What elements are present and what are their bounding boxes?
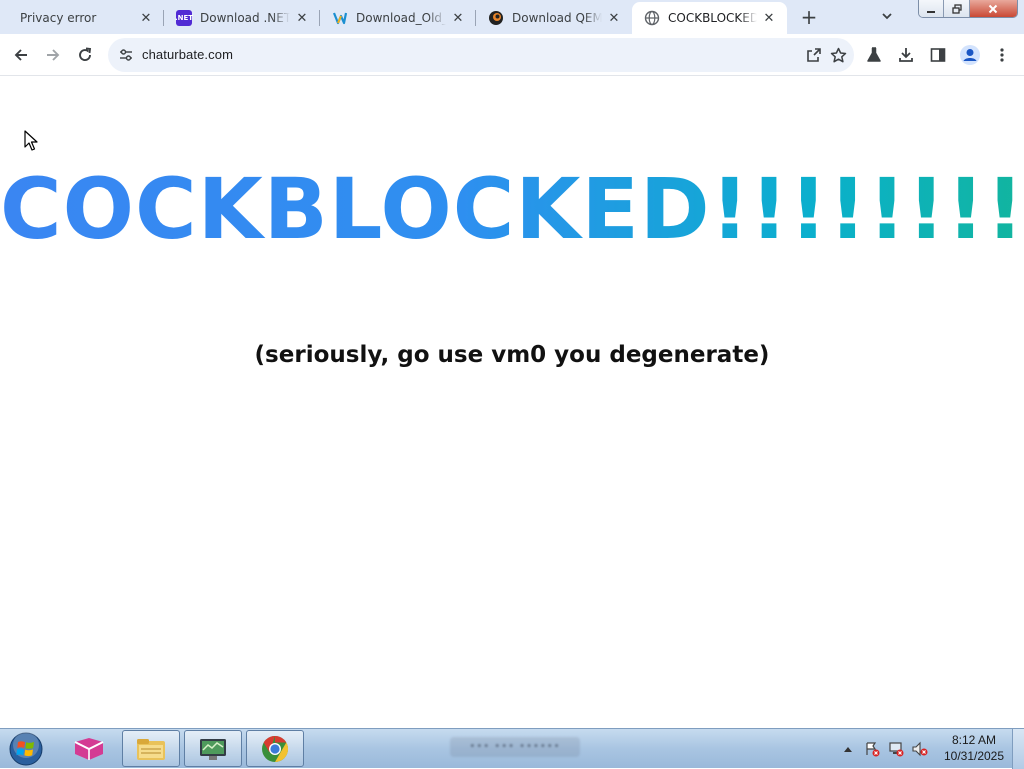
tab-title: Download_Old_Bel bbox=[356, 11, 446, 25]
vs-icon bbox=[332, 10, 348, 26]
tune-icon bbox=[120, 49, 132, 61]
minimize-button[interactable] bbox=[919, 0, 945, 17]
qemu-icon bbox=[488, 10, 504, 26]
close-icon bbox=[989, 4, 998, 14]
folder-icon bbox=[137, 738, 165, 760]
taskbar-app-vm[interactable] bbox=[60, 730, 118, 767]
star-icon bbox=[830, 47, 846, 62]
show-hidden-icons-button[interactable] bbox=[840, 741, 856, 757]
taskbar-chrome[interactable] bbox=[246, 730, 304, 767]
tab-title: Download .NET bbox=[200, 11, 290, 25]
tab-download-dotnet[interactable]: .NET Download .NET ✕ bbox=[164, 2, 320, 34]
tab-title: COCKBLOCKED bbox=[668, 11, 757, 25]
tab-cockblocked[interactable]: COCKBLOCKED ✕ bbox=[632, 2, 787, 34]
address-bar[interactable]: chaturbate.com bbox=[108, 38, 854, 72]
taskbar-explorer[interactable] bbox=[122, 730, 180, 767]
restore-button[interactable] bbox=[944, 0, 970, 17]
avatar-icon bbox=[960, 45, 980, 65]
close-icon[interactable]: ✕ bbox=[606, 10, 622, 26]
page-headline: COCKBLOCKED!!!!!!!! bbox=[0, 149, 1024, 269]
minimize-icon bbox=[927, 11, 936, 13]
system-tray bbox=[840, 733, 928, 765]
bookmark-button[interactable] bbox=[828, 45, 848, 65]
mouse-cursor-icon bbox=[24, 130, 38, 151]
globe-icon bbox=[644, 10, 660, 26]
browser-toolbar: chaturbate.com bbox=[0, 34, 1024, 76]
menu-button[interactable] bbox=[989, 42, 1015, 68]
taskbar-obscured-text: ••• ••• •••••• bbox=[450, 737, 580, 757]
volume-muted-icon[interactable] bbox=[912, 741, 928, 757]
network-monitor-icon bbox=[200, 738, 226, 760]
page-subline: (seriously, go use vm0 you degenerate) bbox=[254, 342, 770, 368]
windows-taskbar: ••• ••• •••••• 8:12 AM 10/31/2025 bbox=[0, 728, 1024, 769]
vm-app-icon bbox=[74, 737, 104, 760]
chevron-down-icon bbox=[882, 13, 892, 20]
flask-icon bbox=[867, 47, 881, 62]
window-caption-buttons bbox=[918, 0, 1018, 18]
close-icon[interactable]: ✕ bbox=[761, 10, 777, 26]
network-icon[interactable] bbox=[888, 741, 904, 757]
site-info-button[interactable] bbox=[118, 47, 134, 63]
close-window-button[interactable] bbox=[969, 0, 1017, 17]
side-panel-button[interactable] bbox=[925, 42, 951, 68]
url-text: chaturbate.com bbox=[142, 47, 234, 62]
chevron-up-icon bbox=[844, 747, 852, 752]
new-tab-button[interactable]: + bbox=[797, 6, 821, 30]
close-icon[interactable]: ✕ bbox=[294, 10, 310, 26]
tab-title: Privacy error bbox=[20, 11, 97, 25]
more-vert-icon bbox=[1000, 48, 1004, 62]
tab-download-old[interactable]: Download_Old_Bel ✕ bbox=[320, 2, 476, 34]
close-icon[interactable]: ✕ bbox=[138, 10, 154, 26]
arrow-left-icon bbox=[14, 49, 27, 61]
reload-button[interactable] bbox=[72, 42, 98, 68]
tab-title: Download QEMU bbox=[512, 11, 602, 25]
share-button[interactable] bbox=[804, 45, 824, 65]
share-icon bbox=[807, 48, 821, 62]
side-panel-icon bbox=[930, 48, 946, 62]
show-desktop-button[interactable] bbox=[1012, 729, 1024, 769]
forward-button[interactable] bbox=[40, 42, 66, 68]
clock-date: 10/31/2025 bbox=[943, 749, 1005, 763]
close-icon[interactable]: ✕ bbox=[450, 10, 466, 26]
tab-privacy-error[interactable]: Privacy error ✕ bbox=[8, 2, 164, 34]
tab-search-button[interactable] bbox=[875, 6, 899, 30]
windows-orb-icon bbox=[9, 732, 43, 766]
labs-button[interactable] bbox=[861, 42, 887, 68]
taskbar-clock[interactable]: 8:12 AM 10/31/2025 bbox=[936, 732, 1012, 764]
action-center-icon[interactable] bbox=[864, 741, 880, 757]
clock-time: 8:12 AM bbox=[951, 733, 997, 747]
back-button[interactable] bbox=[8, 42, 34, 68]
restore-icon bbox=[952, 4, 962, 14]
start-button[interactable] bbox=[5, 731, 47, 767]
reload-icon bbox=[79, 47, 92, 61]
page-content: COCKBLOCKED!!!!!!!! (seriously, go use v… bbox=[0, 77, 1024, 728]
taskbar-network-app[interactable] bbox=[184, 730, 242, 767]
tab-download-qemu[interactable]: Download QEMU ✕ bbox=[476, 2, 632, 34]
profile-button[interactable] bbox=[957, 42, 983, 68]
chrome-icon bbox=[262, 735, 289, 762]
tab-strip: Privacy error ✕ .NET Download .NET ✕ Dow… bbox=[0, 0, 1024, 34]
headline-text: COCKBLOCKED!!!!!!!! bbox=[0, 160, 1024, 258]
downloads-button[interactable] bbox=[893, 42, 919, 68]
arrow-right-icon bbox=[47, 49, 60, 61]
download-icon bbox=[899, 48, 913, 62]
dotnet-icon: .NET bbox=[175, 10, 193, 26]
